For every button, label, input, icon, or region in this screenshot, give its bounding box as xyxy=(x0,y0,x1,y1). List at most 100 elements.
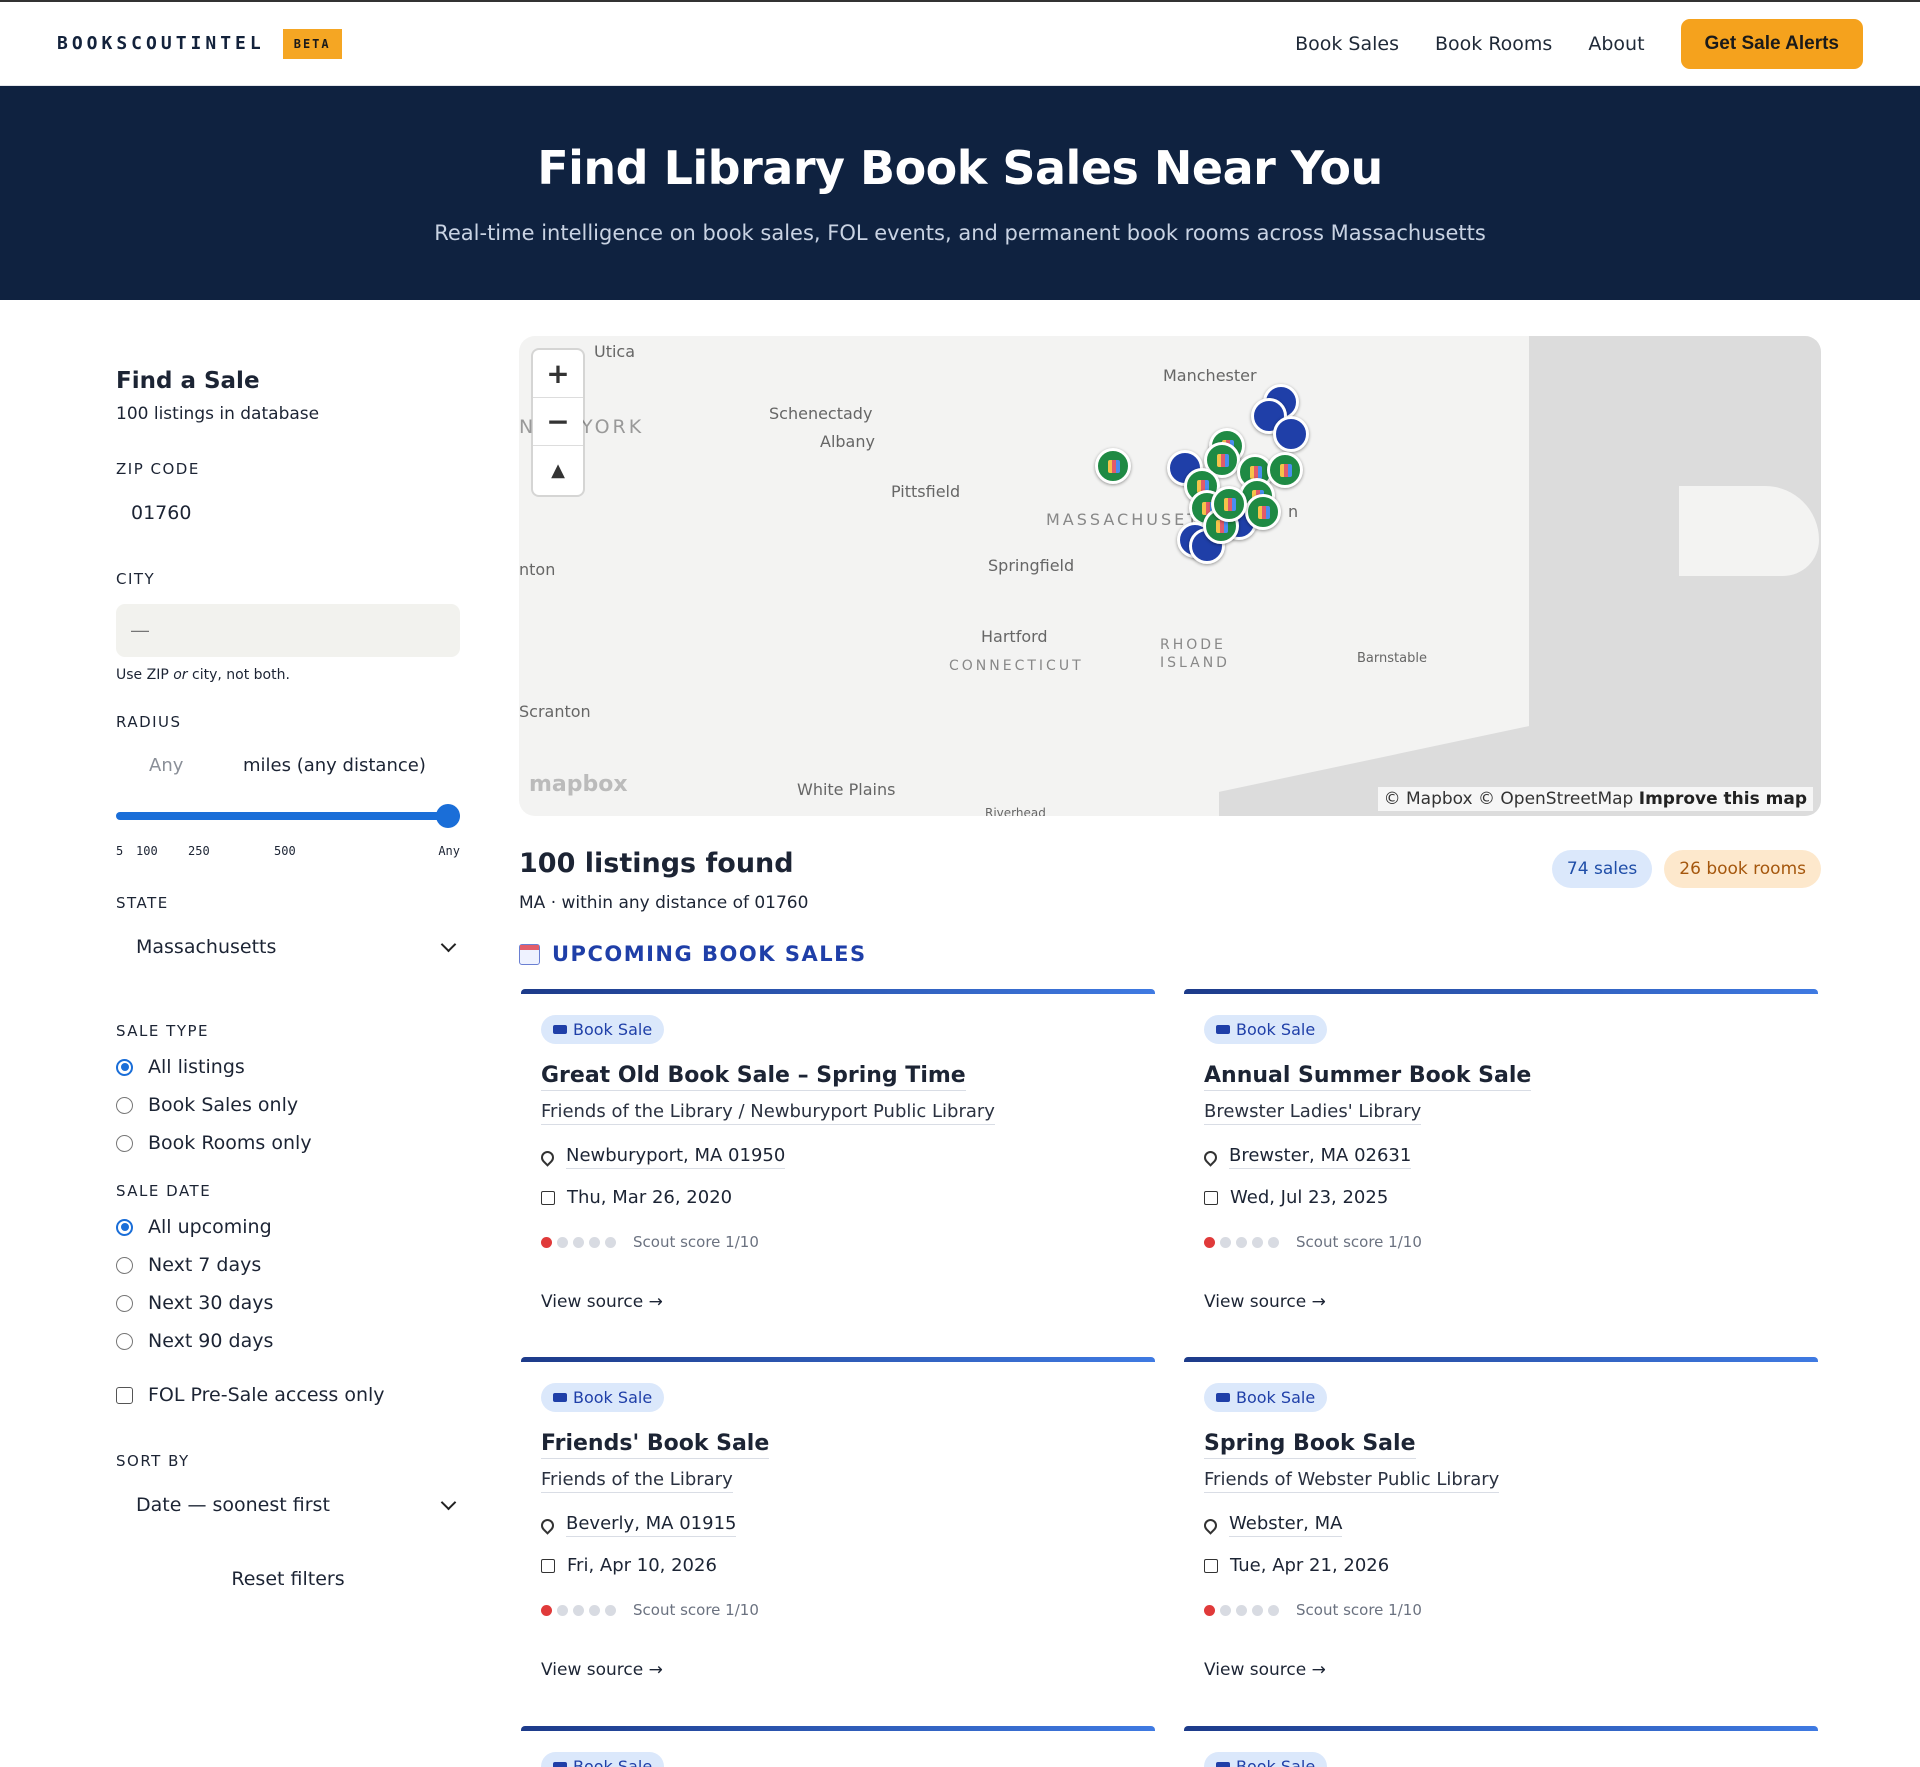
card-accent-bar xyxy=(521,989,1155,994)
hero-subtitle: Real-time intelligence on book sales, FO… xyxy=(434,221,1486,245)
compass-button[interactable]: ▲ xyxy=(533,446,583,494)
zoom-out-button[interactable]: − xyxy=(533,398,583,446)
view-source-link[interactable]: View source → xyxy=(1204,1292,1326,1312)
reset-filters-button[interactable]: Reset filters xyxy=(231,1568,344,1590)
hero-title: Find Library Book Sales Near You xyxy=(537,141,1383,195)
map[interactable]: Utica Manchester Schenectady Albany Pitt… xyxy=(519,336,1821,816)
sale-date-group: All upcoming Next 7 days Next 30 days Ne… xyxy=(116,1208,460,1360)
map-label: n xyxy=(1288,502,1299,521)
card-location[interactable]: Beverly, MA 01915 xyxy=(538,1513,737,1537)
calendar-icon xyxy=(541,1190,555,1205)
radius-unit: miles (any distance) xyxy=(243,755,426,776)
listing-card[interactable]: Book Sale Great Old Book Sale – Spring T… xyxy=(521,989,1155,1329)
zip-input[interactable]: 01760 xyxy=(116,502,460,524)
listing-card[interactable]: Book Sale xyxy=(521,1726,1155,1767)
map-pin-room[interactable] xyxy=(1267,452,1303,488)
sort-select[interactable]: Date — soonest first xyxy=(116,1494,460,1516)
sale-type-rooms[interactable]: Book Rooms only xyxy=(116,1124,460,1162)
radio-checked[interactable] xyxy=(116,1218,133,1236)
brand[interactable]: BOOKSCOUTINTEL BETA xyxy=(57,28,342,59)
radius-row: Any miles (any distance) xyxy=(116,755,460,776)
hero: Find Library Book Sales Near You Real-ti… xyxy=(0,86,1920,300)
results-header: 100 listings found MA · within any dista… xyxy=(519,848,1821,913)
radius-slider-thumb[interactable] xyxy=(436,804,460,828)
card-location[interactable]: Newburyport, MA 01950 xyxy=(538,1145,786,1169)
card-location[interactable]: Brewster, MA 02631 xyxy=(1201,1145,1412,1169)
radius-input[interactable]: Any xyxy=(116,755,198,776)
sort-label: SORT BY xyxy=(116,1452,190,1470)
card-title[interactable]: Friends' Book Sale xyxy=(541,1431,770,1459)
improve-map-link[interactable]: Improve this map xyxy=(1639,789,1807,809)
zoom-in-button[interactable]: + xyxy=(533,350,583,398)
view-source-link[interactable]: View source → xyxy=(1204,1660,1326,1680)
location-pin-icon xyxy=(538,1515,557,1535)
sale-type-sales[interactable]: Book Sales only xyxy=(116,1086,460,1124)
card-title[interactable]: Great Old Book Sale – Spring Time xyxy=(541,1063,966,1091)
card-organizer[interactable]: Friends of the Library / Newburyport Pub… xyxy=(541,1101,995,1125)
card-organizer[interactable]: Friends of the Library xyxy=(541,1469,733,1493)
sale-date-90[interactable]: Next 90 days xyxy=(116,1322,460,1360)
radio[interactable] xyxy=(116,1134,133,1152)
state-select[interactable]: Massachusetts xyxy=(116,936,460,958)
brand-name[interactable]: BOOKSCOUTINTEL xyxy=(57,33,265,54)
radius-tick: 500 xyxy=(274,844,296,858)
map-pin-sale[interactable] xyxy=(1273,416,1309,452)
card-title[interactable]: Spring Book Sale xyxy=(1204,1431,1416,1459)
map-pin-room[interactable] xyxy=(1211,486,1247,522)
state-label: STATE xyxy=(116,894,169,912)
radio[interactable] xyxy=(116,1096,133,1114)
location-pin-icon xyxy=(1201,1515,1220,1535)
listing-card[interactable]: Book Sale Friends' Book Sale Friends of … xyxy=(521,1357,1155,1697)
sale-type-group: All listings Book Sales only Book Rooms … xyxy=(116,1048,460,1162)
card-location[interactable]: Webster, MA xyxy=(1201,1513,1343,1537)
sale-date-7[interactable]: Next 7 days xyxy=(116,1246,460,1284)
card-organizer[interactable]: Brewster Ladies' Library xyxy=(1204,1101,1422,1125)
results-subtitle: MA · within any distance of 01760 xyxy=(519,893,809,913)
view-source-link[interactable]: View source → xyxy=(541,1660,663,1680)
listing-card[interactable]: Book Sale Spring Book Sale Friends of We… xyxy=(1184,1357,1818,1697)
rooms-count-pill[interactable]: 26 book rooms xyxy=(1664,850,1821,888)
attribution-text[interactable]: © Mapbox © OpenStreetMap xyxy=(1384,789,1634,809)
card-title[interactable]: Annual Summer Book Sale xyxy=(1204,1063,1532,1091)
type-badge: Book Sale xyxy=(541,1752,665,1767)
card-accent-bar xyxy=(521,1726,1155,1731)
sale-date-30[interactable]: Next 30 days xyxy=(116,1284,460,1322)
sale-type-all[interactable]: All listings xyxy=(116,1048,460,1086)
nav-link-about[interactable]: About xyxy=(1588,33,1644,55)
listing-card[interactable]: Book Sale xyxy=(1184,1726,1818,1767)
map-pin-room[interactable] xyxy=(1245,494,1281,530)
map-label: Hartford xyxy=(981,627,1048,646)
card-organizer[interactable]: Friends of Webster Public Library xyxy=(1204,1469,1500,1493)
mapbox-logo[interactable]: mapbox xyxy=(529,772,628,797)
nav-link-book-sales[interactable]: Book Sales xyxy=(1295,33,1399,55)
truck-icon xyxy=(553,1025,567,1034)
map-label: Schenectady xyxy=(769,404,873,423)
radio[interactable] xyxy=(116,1256,133,1274)
get-sale-alerts-button[interactable]: Get Sale Alerts xyxy=(1680,18,1863,69)
city-input[interactable] xyxy=(116,604,460,657)
fol-presale-checkbox[interactable]: FOL Pre-Sale access only xyxy=(116,1376,460,1414)
checkbox[interactable] xyxy=(116,1386,133,1404)
card-accent-bar xyxy=(521,1357,1155,1362)
sale-date-all[interactable]: All upcoming xyxy=(116,1208,460,1246)
radius-slider-track xyxy=(116,812,460,820)
map-attribution: © Mapbox © OpenStreetMap Improve this ma… xyxy=(1377,787,1813,811)
type-badge: Book Sale xyxy=(541,1383,665,1412)
sales-count-pill[interactable]: 74 sales xyxy=(1551,850,1653,888)
location-pin-icon xyxy=(538,1147,557,1167)
radio[interactable] xyxy=(116,1294,133,1312)
listing-card[interactable]: Book Sale Annual Summer Book Sale Brewst… xyxy=(1184,989,1818,1329)
nav-link-book-rooms[interactable]: Book Rooms xyxy=(1435,33,1552,55)
radio-checked[interactable] xyxy=(116,1058,133,1076)
scout-score: Scout score 1/10 xyxy=(1204,1233,1422,1251)
view-source-link[interactable]: View source → xyxy=(541,1292,663,1312)
radio[interactable] xyxy=(116,1332,133,1350)
map-label: Utica xyxy=(594,342,636,361)
map-label: nton xyxy=(519,560,556,579)
card-accent-bar xyxy=(1184,1357,1818,1362)
chevron-down-icon xyxy=(440,936,457,952)
city-label: CITY xyxy=(116,570,156,588)
truck-icon xyxy=(553,1393,567,1402)
radius-slider[interactable] xyxy=(116,804,460,828)
map-pin-room[interactable] xyxy=(1095,448,1131,484)
